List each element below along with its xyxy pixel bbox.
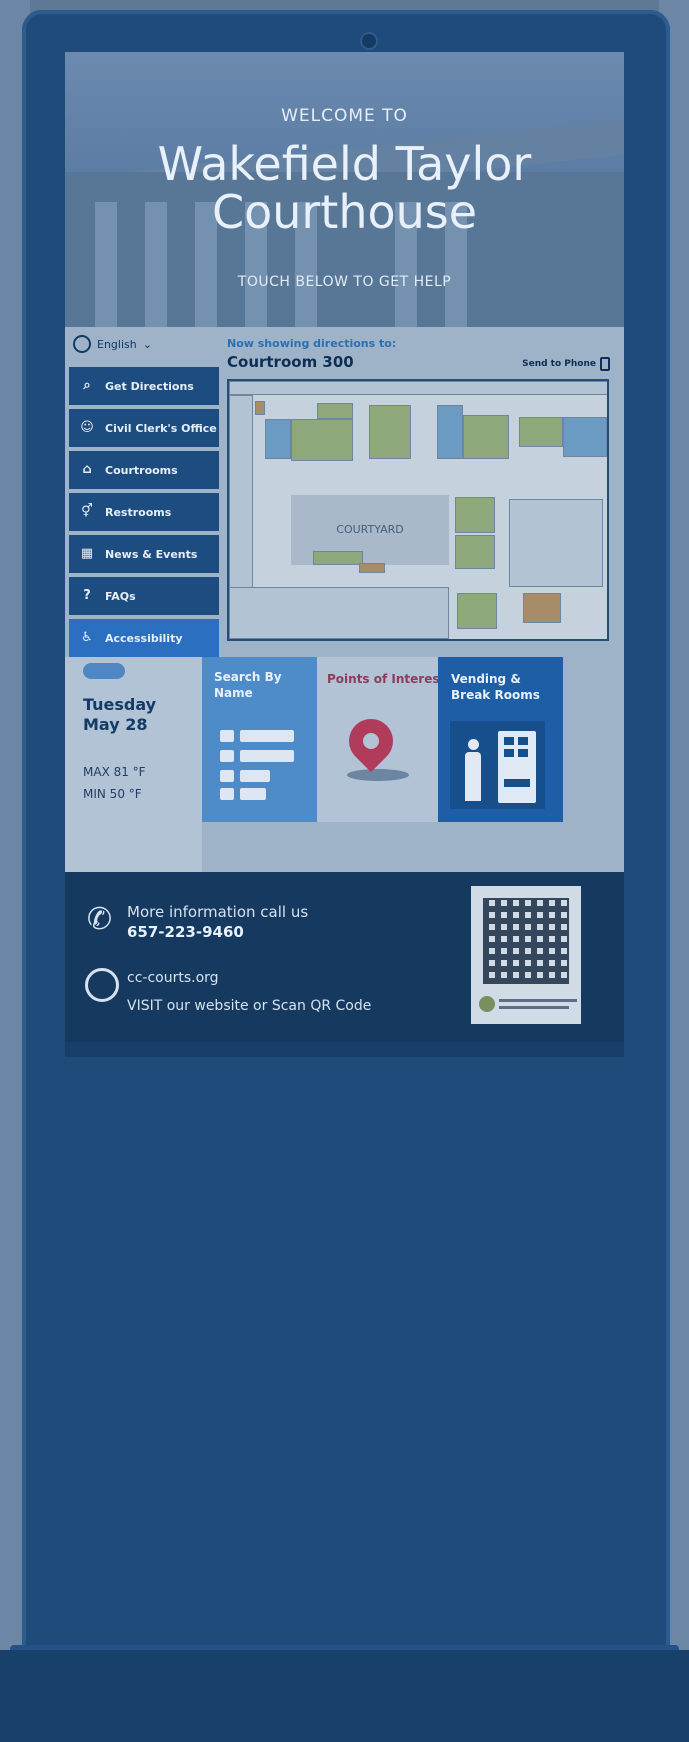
menu-item-label: News & Events	[105, 547, 198, 561]
camera-icon	[362, 34, 376, 48]
map-room	[229, 381, 607, 395]
map-room	[291, 419, 353, 461]
tile-label: Search By Name	[214, 670, 282, 700]
menu-item-courtrooms[interactable]: ⌂ Courtrooms	[69, 451, 219, 489]
points-of-interest-tile[interactable]: Points of Interest	[317, 657, 445, 822]
phone-icon: ✆	[87, 902, 113, 937]
map-room	[317, 403, 353, 419]
menu-item-label: Civil Clerk's Office	[105, 421, 217, 435]
destination-title: Courtroom 300	[227, 353, 354, 371]
rain-cloud-icon	[83, 663, 125, 679]
accessibility-icon: ♿	[81, 630, 93, 645]
min-temp: MIN 50 °F	[83, 787, 142, 801]
pin-shadow	[347, 769, 409, 781]
kiosk-base	[0, 1650, 689, 1742]
globe-icon	[85, 968, 119, 1002]
website-info: cc-courts.org VISIT our website or Scan …	[127, 964, 371, 1020]
floor-map[interactable]: COURTYARD	[227, 379, 609, 641]
weather-date-text: May 28	[83, 715, 148, 734]
court-seal-text	[499, 999, 577, 1002]
map-room	[265, 419, 291, 459]
court-seal-text	[499, 1006, 569, 1009]
weather-day: Tuesday	[83, 695, 157, 714]
weather-date: Tuesday May 28	[83, 695, 156, 735]
map-room	[359, 563, 385, 573]
directions-label: Now showing directions to:	[227, 337, 397, 350]
contact-footer: ✆ More information call us 657-223-9460 …	[65, 872, 624, 1042]
clerk-icon: ☺	[80, 420, 94, 435]
language-label: English	[97, 337, 137, 351]
menu-item-accessibility[interactable]: ♿ Accessibility	[69, 619, 219, 657]
menu-item-label: Accessibility	[105, 631, 183, 645]
courthouse-icon: ⌂	[82, 462, 92, 477]
menu-item-label: Get Directions	[105, 379, 194, 393]
touch-prompt: TOUCH BELOW TO GET HELP	[237, 274, 452, 290]
map-room	[455, 535, 495, 569]
phone-number[interactable]: 657-223-9460	[127, 923, 244, 941]
visit-text: VISIT our website or Scan QR Code	[127, 998, 372, 1014]
menu-item-news-events[interactable]: ▦ News & Events	[69, 535, 219, 573]
map-room	[313, 551, 363, 565]
main-content: English ⌄ ⌕ Get Directions ☺ Civil Clerk…	[65, 327, 624, 872]
send-to-phone-label: Send to Phone	[522, 359, 596, 369]
weather-panel: Tuesday May 28 MAX 81 °F MIN 50 °F	[65, 657, 202, 872]
hero-banner: WELCOME TO Wakefield Taylor Courthouse T…	[65, 52, 624, 327]
tile-label: Vending & Break Rooms	[451, 672, 540, 702]
more-info-text: More information call us	[127, 903, 309, 921]
welcome-text: WELCOME TO	[281, 106, 408, 126]
search-icon: ⌕	[83, 378, 91, 393]
language-selector[interactable]: English ⌄	[73, 335, 152, 353]
map-room	[463, 415, 509, 459]
court-seal-icon	[479, 996, 495, 1012]
map-room	[229, 395, 253, 615]
map-room	[369, 405, 411, 459]
qr-code[interactable]	[471, 886, 581, 1024]
qr-code-image	[483, 898, 569, 984]
menu-item-label: Courtrooms	[105, 463, 178, 477]
menu-item-get-directions[interactable]: ⌕ Get Directions	[69, 367, 219, 405]
list-search-icon	[220, 730, 296, 800]
weather-temps: MAX 81 °F MIN 50 °F	[83, 761, 146, 805]
search-by-name-tile[interactable]: Search By Name	[202, 657, 317, 822]
chevron-down-icon: ⌄	[142, 337, 152, 351]
menu-item-label: FAQs	[105, 589, 136, 603]
globe-icon	[73, 335, 91, 353]
menu-item-civil-clerk[interactable]: ☺ Civil Clerk's Office	[69, 409, 219, 447]
sidebar-menu: ⌕ Get Directions ☺ Civil Clerk's Office …	[69, 367, 219, 661]
menu-item-restrooms[interactable]: ⚥ Restrooms	[69, 493, 219, 531]
map-pin-icon	[339, 709, 403, 773]
restroom-icon: ⚥	[81, 504, 93, 519]
map-room	[509, 499, 603, 587]
map-room	[455, 497, 495, 533]
tile-label: Points of Interest	[327, 672, 446, 686]
max-temp: MAX 81 °F	[83, 765, 146, 779]
menu-item-label: Restrooms	[105, 505, 172, 519]
page-title: Wakefield Taylor Courthouse	[157, 137, 532, 239]
call-info: More information call us 657-223-9460	[127, 902, 308, 942]
map-room	[563, 417, 607, 457]
vending-machine-icon	[450, 721, 545, 809]
kiosk-screen: WELCOME TO Wakefield Taylor Courthouse T…	[65, 52, 624, 1057]
vending-break-rooms-tile[interactable]: Vending & Break Rooms	[438, 657, 563, 822]
calendar-icon: ▦	[80, 546, 94, 561]
map-room	[523, 593, 561, 623]
map-room	[519, 417, 563, 447]
question-icon: ?	[83, 588, 91, 603]
send-to-phone-button[interactable]: Send to Phone	[522, 357, 610, 371]
map-room	[437, 405, 463, 459]
map-room	[457, 593, 497, 629]
menu-item-faqs[interactable]: ? FAQs	[69, 577, 219, 615]
map-room	[255, 401, 265, 415]
map-room	[229, 587, 449, 639]
website-url[interactable]: cc-courts.org	[127, 964, 371, 992]
phone-icon	[600, 357, 610, 371]
